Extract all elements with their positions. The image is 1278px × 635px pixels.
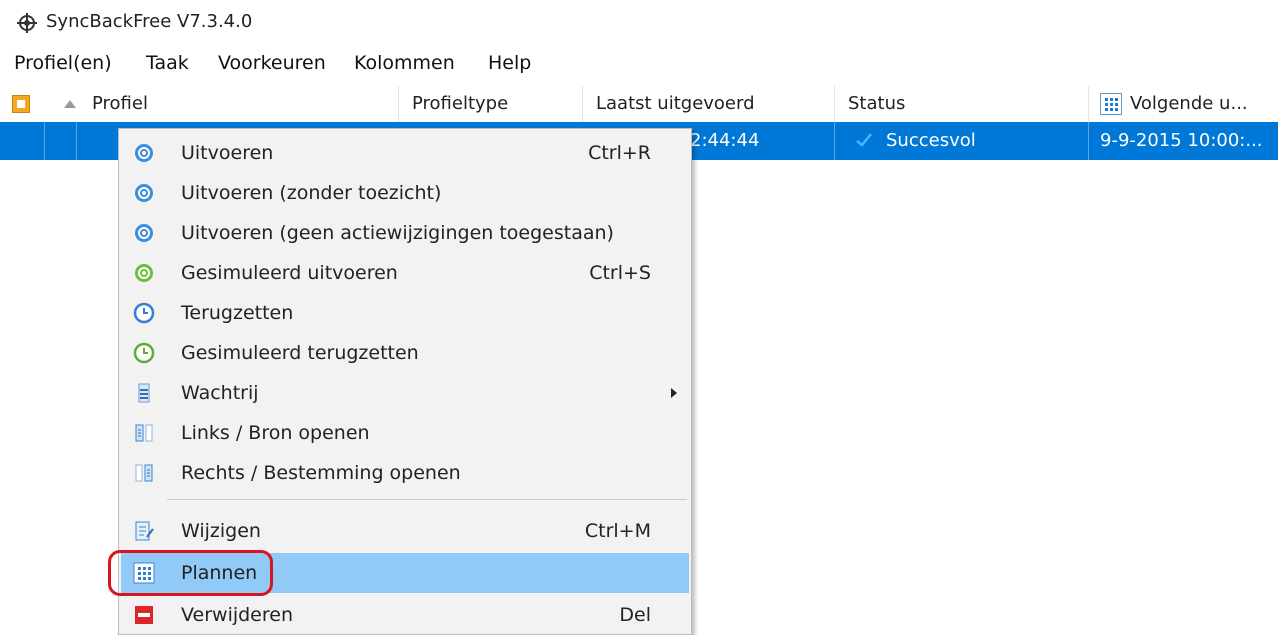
- queue-icon: [138, 383, 150, 403]
- column-header-laatst-uitgevoerd[interactable]: Laatst uitgevoerd: [596, 86, 755, 122]
- menu-item-shortcut: Del: [619, 604, 651, 626]
- menu-separator: [167, 499, 687, 500]
- menu-voorkeuren[interactable]: Voorkeuren: [218, 52, 326, 74]
- menu-item-rechts-bestemming-openen[interactable]: Rechts / Bestemming openen: [121, 453, 689, 493]
- menu-item-label: Gesimuleerd uitvoeren: [181, 262, 398, 284]
- column-divider[interactable]: [582, 86, 583, 122]
- delete-icon: [135, 606, 153, 624]
- cell-next-run: 9-9-2015 10:00:...: [1100, 130, 1263, 151]
- menu-taak[interactable]: Taak: [146, 52, 189, 74]
- menu-item-uitvoeren-zonder-toezicht[interactable]: Uitvoeren (zonder toezicht): [121, 173, 689, 213]
- menu-item-label: Wachtrij: [181, 382, 259, 404]
- menu-item-label: Links / Bron openen: [181, 422, 370, 444]
- menu-item-label: Verwijderen: [181, 604, 293, 626]
- menu-item-shortcut: Ctrl+M: [584, 520, 651, 542]
- column-header-volgende-uitvoering[interactable]: Volgende u...: [1130, 86, 1248, 122]
- menu-bar: Profiel(en) Taak Voorkeuren Kolommen Hel…: [0, 46, 1278, 82]
- restore-clock-icon: [133, 302, 155, 324]
- menu-item-wijzigen[interactable]: Wijzigen Ctrl+M: [121, 511, 689, 551]
- menu-item-gesimuleerd-terugzetten[interactable]: Gesimuleerd terugzetten: [121, 333, 689, 373]
- menu-item-terugzetten[interactable]: Terugzetten: [121, 293, 689, 333]
- sort-ascending-icon: [64, 100, 76, 108]
- simulate-gear-icon: [135, 264, 153, 282]
- simulate-restore-clock-icon: [133, 342, 155, 364]
- menu-item-uitvoeren[interactable]: Uitvoeren Ctrl+R: [121, 133, 689, 173]
- menu-item-label: Gesimuleerd terugzetten: [181, 342, 419, 364]
- column-header-status[interactable]: Status: [848, 86, 905, 122]
- open-left-source-icon: [135, 424, 153, 442]
- menu-item-label: Terugzetten: [181, 302, 294, 324]
- menu-item-verwijderen[interactable]: Verwijderen Del: [121, 595, 689, 635]
- menu-item-label: Uitvoeren (geen actiewijzigingen toegest…: [181, 222, 614, 244]
- menu-help[interactable]: Help: [488, 52, 531, 74]
- grid-header: Profiel Profieltype Laatst uitgevoerd St…: [0, 86, 1278, 123]
- cell-divider: [1088, 122, 1089, 160]
- menu-item-gesimuleerd-uitvoeren[interactable]: Gesimuleerd uitvoeren Ctrl+S: [121, 253, 689, 293]
- menu-item-shortcut: Ctrl+R: [588, 142, 651, 164]
- syncback-app-icon: [17, 13, 37, 33]
- menu-item-label: Uitvoeren (zonder toezicht): [181, 182, 442, 204]
- run-gear-icon: [135, 184, 153, 202]
- column-header-profieltype[interactable]: Profieltype: [412, 86, 508, 122]
- cell-divider: [44, 122, 45, 160]
- cell-divider: [76, 122, 77, 160]
- column-divider[interactable]: [1088, 86, 1089, 122]
- menu-item-label: Wijzigen: [181, 520, 261, 542]
- edit-icon: [135, 521, 154, 541]
- title-bar: SyncBackFree V7.3.4.0: [0, 0, 1278, 46]
- column-header-profiel[interactable]: Profiel: [92, 86, 148, 122]
- menu-item-uitvoeren-geen-actiewijzigingen[interactable]: Uitvoeren (geen actiewijzigingen toegest…: [121, 213, 689, 253]
- menu-item-label: Rechts / Bestemming openen: [181, 462, 461, 484]
- submenu-arrow-icon: [671, 388, 677, 398]
- menu-item-links-bron-openen[interactable]: Links / Bron openen: [121, 413, 689, 453]
- cell-last-run: 2:44:44: [690, 130, 760, 151]
- cell-status: Succesvol: [886, 130, 976, 151]
- column-divider[interactable]: [834, 86, 835, 122]
- run-gear-icon: [135, 224, 153, 242]
- cell-divider: [834, 122, 835, 160]
- select-all-checkbox-icon[interactable]: [12, 95, 30, 113]
- window-title: SyncBackFree V7.3.4.0: [46, 11, 253, 32]
- menu-item-shortcut: Ctrl+S: [589, 262, 651, 284]
- menu-item-wachtrij[interactable]: Wachtrij: [121, 373, 689, 413]
- run-gear-icon: [135, 144, 153, 162]
- annotation-highlight: [108, 550, 273, 596]
- menu-kolommen[interactable]: Kolommen: [354, 52, 455, 74]
- menu-item-label: Uitvoeren: [181, 142, 274, 164]
- open-right-destination-icon: [135, 464, 153, 482]
- column-divider[interactable]: [398, 86, 399, 122]
- menu-profielen[interactable]: Profiel(en): [14, 52, 112, 74]
- success-check-icon: [856, 133, 872, 147]
- schedule-grid-icon: [1100, 93, 1122, 115]
